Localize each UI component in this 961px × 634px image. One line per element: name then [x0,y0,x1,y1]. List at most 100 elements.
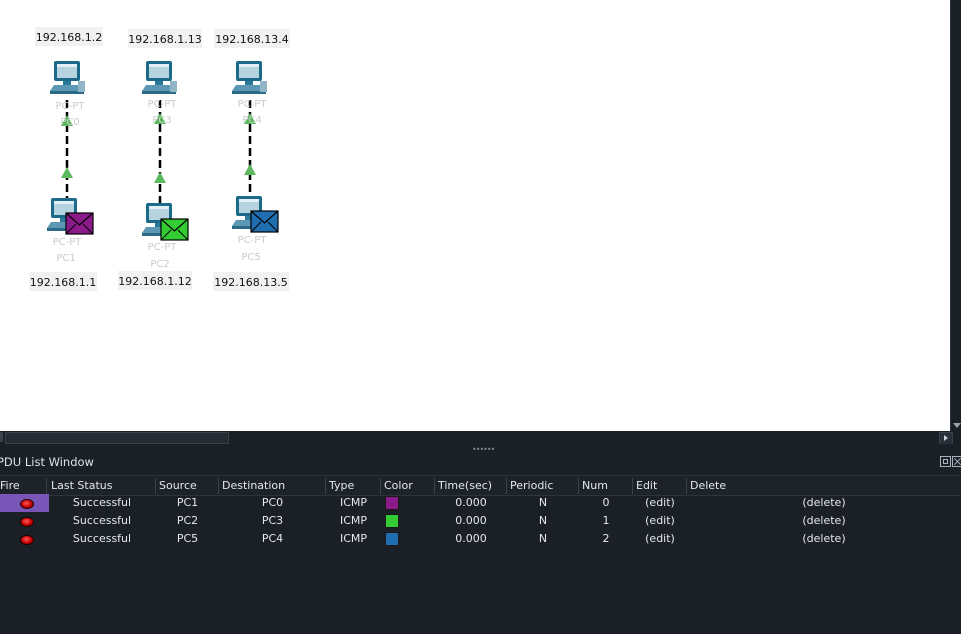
column-header-fire[interactable]: Fire [0,478,47,494]
svg-text:192.168.13.4: 192.168.13.4 [215,33,288,46]
ip-label: 192.168.1.1 [29,272,97,291]
destination-cell: PC3 [261,514,284,527]
link-status-up-icon [154,172,166,183]
last-status-cell: Successful [72,496,132,509]
ip-label: 192.168.1.2 [35,27,103,46]
type-cell: ICMP [339,496,368,509]
device-model-label: PC-PT [238,99,268,110]
fire-button[interactable] [0,494,49,512]
device-model-label: PC-PT [238,235,268,246]
link-status-up-icon [61,167,73,178]
device-name-label: PC0 [60,117,79,128]
svg-text:192.168.1.12: 192.168.1.12 [118,275,191,288]
column-header-last-status[interactable]: Last Status [48,478,156,494]
device-name-label: PC3 [152,115,171,126]
column-header-delete[interactable]: Delete [687,478,961,494]
pc2-device[interactable]: PC-PT PC2 [142,203,189,270]
periodic-cell: N [538,514,548,527]
table-header: Fire Last Status Source Destination Type… [0,475,961,496]
pc4-device[interactable]: PC-PT PC4 [232,61,267,126]
ip-label: 192.168.1.13 [128,29,202,48]
scrollbar-thumb[interactable] [5,432,229,444]
time-cell: 0.000 [455,514,487,527]
delete-link[interactable]: (delete) [687,494,961,512]
scroll-down-icon[interactable] [953,423,961,428]
fire-icon [20,535,34,545]
fire-button[interactable] [0,530,49,548]
device-name-label: PC2 [150,259,169,270]
logical-workspace[interactable]: 192.168.1.2 192.168.1.13 192.168.13.4 PC… [0,0,950,431]
edit-link[interactable]: (edit) [633,512,687,530]
link-pc1-pc0[interactable] [61,100,73,205]
color-cell [381,530,435,548]
last-status-cell: Successful [72,514,132,527]
device-name-label: PC5 [241,252,260,263]
scroll-left-edge[interactable] [0,432,3,442]
pc-icon [50,61,85,94]
pc5-device[interactable]: PC-PT PC5 [232,196,279,263]
pc1-device[interactable]: PC-PT PC1 [47,198,94,264]
color-swatch [385,514,399,528]
column-header-time[interactable]: Time(sec) [435,478,507,494]
topology-canvas[interactable]: 192.168.1.2 192.168.1.13 192.168.13.4 PC… [0,0,950,431]
device-name-label: PC1 [56,253,75,264]
source-cell: PC5 [176,532,199,545]
svg-text:192.168.1.13: 192.168.1.13 [128,33,201,46]
destination-cell: PC4 [261,532,284,545]
column-header-type[interactable]: Type [326,478,381,494]
table-row[interactable]: Successful PC1 PC0 ICMP 0.000 N 0 (edit)… [0,494,961,512]
pdu-window-title: PDU List Window [0,455,94,469]
float-window-icon[interactable] [940,456,951,467]
vertical-scrollbar[interactable] [950,0,961,431]
edit-link[interactable]: (edit) [633,530,687,548]
source-cell: PC1 [176,496,199,509]
column-header-edit[interactable]: Edit [633,478,687,494]
device-model-label: PC-PT [148,242,178,253]
horizontal-scrollbar[interactable] [0,431,961,445]
envelope-icon[interactable] [160,218,189,241]
time-cell: 0.000 [455,532,487,545]
fire-icon [20,517,34,527]
type-cell: ICMP [339,514,368,527]
edit-link[interactable]: (edit) [633,494,687,512]
color-swatch [385,532,399,546]
ip-label: 192.168.1.12 [118,271,192,290]
envelope-icon[interactable] [250,210,279,233]
table-row[interactable]: Successful PC5 PC4 ICMP 0.000 N 2 (edit)… [0,530,961,548]
source-cell: PC2 [176,514,199,527]
color-swatch [385,496,399,510]
column-header-source[interactable]: Source [156,478,219,494]
close-icon[interactable] [952,456,961,467]
num-cell: 2 [602,532,610,545]
delete-link[interactable]: (delete) [687,530,961,548]
column-header-destination[interactable]: Destination [219,478,326,494]
device-name-label: PC4 [242,115,261,126]
column-header-color[interactable]: Color [381,478,435,494]
column-header-num[interactable]: Num [579,478,633,494]
table-row[interactable]: Successful PC2 PC3 ICMP 0.000 N 1 (edit)… [0,512,961,530]
pc0-device[interactable]: PC-PT PC0 [50,61,85,128]
svg-text:192.168.1.1: 192.168.1.1 [30,276,96,289]
panel-splitter[interactable]: •••••• [0,444,961,454]
periodic-cell: N [538,496,548,509]
envelope-icon[interactable] [65,212,94,235]
splitter-grip-icon[interactable]: •••••• [472,446,495,454]
fire-icon [20,499,34,509]
fire-button[interactable] [0,512,49,530]
color-cell [381,512,435,530]
pdu-list-table: Fire Last Status Source Destination Type… [0,475,961,634]
column-header-periodic[interactable]: Periodic [507,478,579,494]
periodic-cell: N [538,532,548,545]
link-status-up-icon [244,164,256,175]
ip-label: 192.168.13.4 [214,29,290,48]
delete-link[interactable]: (delete) [687,512,961,530]
pc-icon [142,61,177,94]
color-cell [381,494,435,512]
type-cell: ICMP [339,532,368,545]
num-cell: 1 [602,514,610,527]
pc3-device[interactable]: PC-PT PC3 [142,61,177,126]
svg-text:192.168.13.5: 192.168.13.5 [214,276,287,289]
time-cell: 0.000 [455,496,487,509]
num-cell: 0 [602,496,610,509]
ip-label: 192.168.13.5 [213,272,289,291]
